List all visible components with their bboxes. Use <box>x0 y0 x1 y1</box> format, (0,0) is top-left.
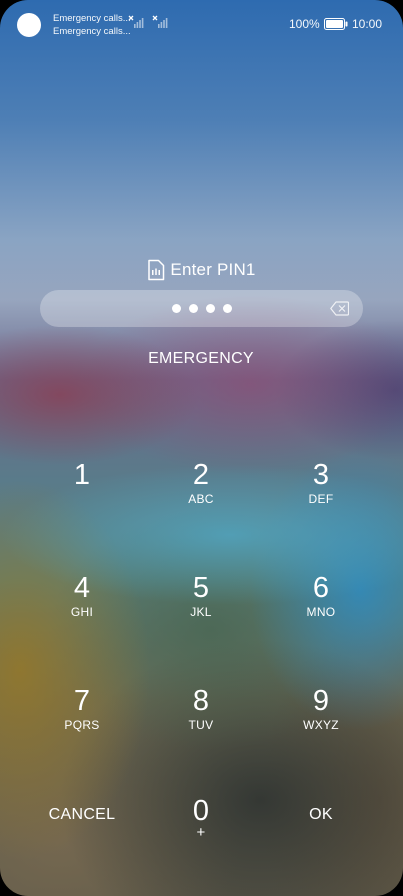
key-digit: 6 <box>312 572 330 604</box>
pin-dot <box>188 304 198 313</box>
pin-unlock-screen: Emergency calls... Emergency calls... 10… <box>0 0 403 896</box>
key-digit: 7 <box>73 685 91 717</box>
sim-no-service-icon <box>152 15 168 28</box>
keypad-key-1[interactable]: 1 <box>32 460 132 524</box>
status-bar: Emergency calls... Emergency calls... 10… <box>0 0 403 48</box>
key-digit: 1 <box>73 459 91 491</box>
battery-full-icon <box>324 18 348 30</box>
keypad-key-6[interactable]: 6 MNO <box>271 573 371 637</box>
notification-dot-icon <box>17 13 41 37</box>
key-letters: MNO <box>306 605 336 619</box>
pin-prompt-label: Enter PIN1 <box>170 260 256 279</box>
clock: 10:00 <box>352 17 383 31</box>
key-digit: 2 <box>192 459 210 491</box>
key-plus-sign: + <box>196 824 206 841</box>
keypad-key-9[interactable]: 9 WXYZ <box>271 686 371 750</box>
keypad-key-4[interactable]: 4 GHI <box>32 573 132 637</box>
carrier-info: Emergency calls... Emergency calls... <box>53 12 131 38</box>
keypad-key-5[interactable]: 5 JKL <box>151 573 251 637</box>
carrier-2-label: Emergency calls... <box>53 26 131 37</box>
battery-percent: 100% <box>289 17 320 31</box>
keypad-key-2[interactable]: 2 ABC <box>151 460 251 524</box>
pin-dot <box>222 304 232 313</box>
key-digit: 9 <box>312 685 330 717</box>
key-digit: 0 <box>192 795 210 827</box>
pin-input-field[interactable] <box>40 290 363 327</box>
key-digit: 5 <box>192 572 210 604</box>
pin-prompt: Enter PIN1 <box>0 255 403 285</box>
pin-dot <box>205 304 215 313</box>
backspace-icon[interactable] <box>330 301 349 316</box>
emergency-call-button[interactable]: EMERGENCY <box>101 345 301 373</box>
keypad-key-0[interactable]: 0 + <box>151 796 251 860</box>
keypad-key-3[interactable]: 3 DEF <box>271 460 371 524</box>
key-digit: 8 <box>192 685 210 717</box>
key-letters: TUV <box>188 718 214 732</box>
key-letters: JKL <box>190 605 212 619</box>
sim-card-icon <box>148 259 165 281</box>
carrier-1-label: Emergency calls... <box>53 13 131 24</box>
key-letters: WXYZ <box>303 718 339 732</box>
key-letters: GHI <box>70 605 94 619</box>
key-letters: PQRS <box>64 718 100 732</box>
key-digit: 4 <box>73 572 91 604</box>
pin-dots <box>40 290 363 327</box>
sim-no-service-icon <box>128 15 144 28</box>
pin-dot <box>171 304 181 313</box>
key-digit: 3 <box>312 459 330 491</box>
key-letters: DEF <box>308 492 334 506</box>
keypad-key-7[interactable]: 7 PQRS <box>32 686 132 750</box>
ok-button[interactable]: OK <box>271 800 371 830</box>
key-letters: ABC <box>188 492 214 506</box>
keypad-key-8[interactable]: 8 TUV <box>151 686 251 750</box>
cancel-button[interactable]: CANCEL <box>22 800 142 830</box>
